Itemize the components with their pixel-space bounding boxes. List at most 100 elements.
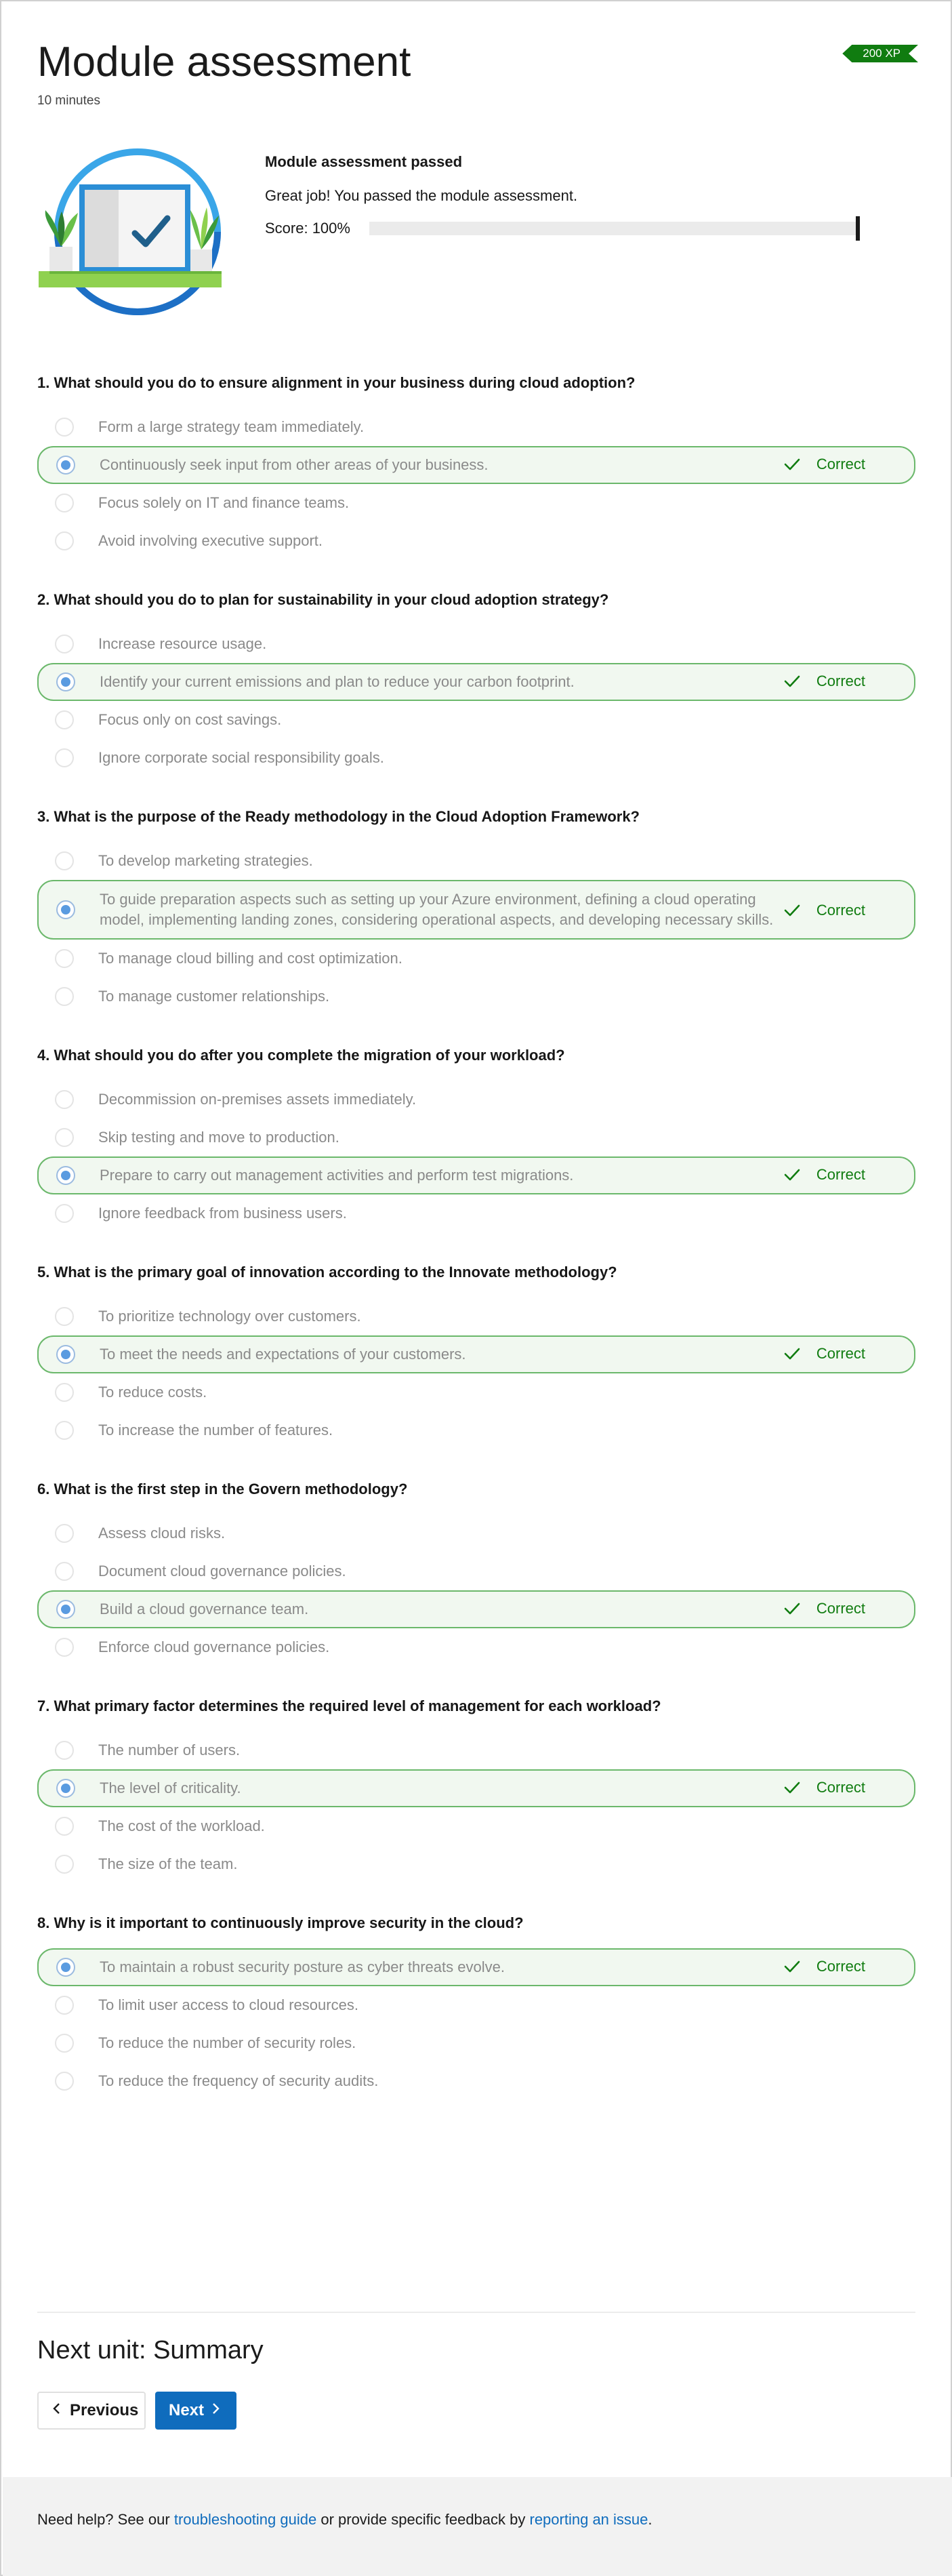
answer-option[interactable]: Enforce cloud governance policies. bbox=[37, 1628, 915, 1666]
answer-option[interactable]: Document cloud governance policies. bbox=[37, 1552, 915, 1590]
chevron-left-icon bbox=[52, 2401, 62, 2420]
answer-option[interactable]: To increase the number of features. bbox=[37, 1411, 915, 1449]
answer-option[interactable]: Form a large strategy team immediately. bbox=[37, 408, 915, 446]
answer-option-label: Continuously seek input from other areas… bbox=[100, 456, 489, 473]
answer-option[interactable]: Decommission on-premises assets immediat… bbox=[37, 1081, 915, 1119]
answer-option-correct[interactable]: Prepare to carry out management activiti… bbox=[37, 1156, 915, 1194]
answer-option-correct[interactable]: Continuously seek input from other areas… bbox=[37, 446, 915, 484]
answer-option[interactable]: To manage customer relationships. bbox=[37, 978, 915, 1015]
radio-icon[interactable] bbox=[55, 1204, 74, 1223]
answer-option[interactable]: To develop marketing strategies. bbox=[37, 842, 915, 880]
checkmark-icon bbox=[784, 458, 808, 471]
answer-option[interactable]: To reduce the frequency of security audi… bbox=[37, 2062, 915, 2100]
radio-icon[interactable] bbox=[55, 418, 74, 437]
troubleshooting-guide-link[interactable]: troubleshooting guide bbox=[174, 2511, 316, 2528]
correct-indicator: Correct bbox=[784, 900, 865, 921]
radio-icon[interactable] bbox=[55, 987, 74, 1006]
answer-option[interactable]: Focus only on cost savings. bbox=[37, 701, 915, 739]
divider bbox=[37, 2312, 915, 2313]
question-4: 4. What should you do after you complete… bbox=[37, 1045, 915, 1232]
answer-option-correct[interactable]: To maintain a robust security posture as… bbox=[37, 1948, 915, 1986]
question-6: 6. What is the first step in the Govern … bbox=[37, 1479, 915, 1666]
score-progress-bar bbox=[369, 216, 860, 241]
answer-option[interactable]: Assess cloud risks. bbox=[37, 1514, 915, 1552]
answer-option[interactable]: To limit user access to cloud resources. bbox=[37, 1986, 915, 2024]
answer-option-label: Assess cloud risks. bbox=[98, 1525, 226, 1542]
radio-selected-icon[interactable] bbox=[56, 672, 75, 691]
answer-option-correct[interactable]: Build a cloud governance team. Correct bbox=[37, 1590, 915, 1628]
radio-icon[interactable] bbox=[55, 1562, 74, 1581]
result-title: Module assessment passed bbox=[265, 153, 463, 170]
radio-icon[interactable] bbox=[55, 748, 74, 767]
radio-selected-icon[interactable] bbox=[56, 1779, 75, 1798]
radio-icon[interactable] bbox=[55, 2072, 74, 2091]
radio-icon[interactable] bbox=[55, 1128, 74, 1147]
checkmark-icon bbox=[784, 1781, 808, 1794]
help-suffix: . bbox=[648, 2511, 653, 2528]
answer-option[interactable]: To reduce costs. bbox=[37, 1373, 915, 1411]
answer-option[interactable]: The cost of the workload. bbox=[37, 1807, 915, 1845]
radio-icon[interactable] bbox=[55, 1307, 74, 1326]
radio-icon[interactable] bbox=[55, 531, 74, 550]
radio-icon[interactable] bbox=[55, 1421, 74, 1440]
answer-option[interactable]: Skip testing and move to production. bbox=[37, 1119, 915, 1156]
answer-option[interactable]: To reduce the number of security roles. bbox=[37, 2024, 915, 2062]
chevron-right-icon bbox=[211, 2401, 220, 2420]
answer-option[interactable]: To prioritize technology over customers. bbox=[37, 1297, 915, 1335]
radio-selected-icon[interactable] bbox=[56, 456, 75, 475]
score-progress-fill bbox=[369, 222, 857, 235]
answer-option[interactable]: Avoid involving executive support. bbox=[37, 522, 915, 560]
answer-option[interactable]: The number of users. bbox=[37, 1731, 915, 1769]
answer-option[interactable]: Ignore corporate social responsibility g… bbox=[37, 739, 915, 777]
radio-icon[interactable] bbox=[55, 1383, 74, 1402]
answer-option-label: Document cloud governance policies. bbox=[98, 1563, 346, 1579]
radio-selected-icon[interactable] bbox=[56, 1958, 75, 1977]
radio-icon[interactable] bbox=[55, 1855, 74, 1874]
answer-option[interactable]: Increase resource usage. bbox=[37, 625, 915, 663]
answer-option-label: Enforce cloud governance policies. bbox=[98, 1638, 330, 1655]
xp-badge: 200 XP bbox=[842, 45, 918, 62]
radio-selected-icon[interactable] bbox=[56, 900, 75, 919]
answer-option-label: To meet the needs and expectations of yo… bbox=[100, 1346, 466, 1363]
radio-selected-icon[interactable] bbox=[56, 1600, 75, 1619]
radio-selected-icon[interactable] bbox=[56, 1345, 75, 1364]
previous-button[interactable]: Previous bbox=[37, 2392, 146, 2430]
next-button[interactable]: Next bbox=[155, 2392, 236, 2430]
page-header: Module assessment 10 minutes 200 XP bbox=[37, 34, 918, 108]
radio-icon[interactable] bbox=[55, 949, 74, 968]
help-text: Need help? See our troubleshooting guide… bbox=[37, 2511, 653, 2529]
answer-option-correct[interactable]: Identify your current emissions and plan… bbox=[37, 663, 915, 701]
answer-option-label: To reduce the number of security roles. bbox=[98, 2034, 356, 2051]
radio-icon[interactable] bbox=[55, 1090, 74, 1109]
radio-icon[interactable] bbox=[55, 1524, 74, 1543]
correct-label: Correct bbox=[816, 1779, 865, 1796]
answer-option-correct[interactable]: To meet the needs and expectations of yo… bbox=[37, 1335, 915, 1373]
answer-option-label: To reduce costs. bbox=[98, 1384, 207, 1401]
question-text: 1. What should you do to ensure alignmen… bbox=[37, 374, 636, 391]
radio-icon[interactable] bbox=[55, 1638, 74, 1657]
answer-option-label: Skip testing and move to production. bbox=[98, 1129, 339, 1146]
radio-icon[interactable] bbox=[55, 2034, 74, 2053]
radio-icon[interactable] bbox=[55, 1996, 74, 2015]
radio-selected-icon[interactable] bbox=[56, 1166, 75, 1185]
radio-icon[interactable] bbox=[55, 1817, 74, 1836]
checkmark-icon bbox=[784, 1168, 808, 1182]
radio-icon[interactable] bbox=[55, 635, 74, 653]
result-summary: Module assessment passed Great job! You … bbox=[265, 152, 909, 241]
answer-option[interactable]: Ignore feedback from business users. bbox=[37, 1194, 915, 1232]
radio-icon[interactable] bbox=[55, 851, 74, 870]
question-5: 5. What is the primary goal of innovatio… bbox=[37, 1262, 915, 1449]
answer-option-label: Focus solely on IT and finance teams. bbox=[98, 494, 350, 511]
score-marker bbox=[855, 216, 860, 241]
radio-icon[interactable] bbox=[55, 1741, 74, 1760]
success-illustration bbox=[37, 145, 234, 321]
answer-option-correct[interactable]: The level of criticality. Correct bbox=[37, 1769, 915, 1807]
report-issue-link[interactable]: reporting an issue bbox=[530, 2511, 648, 2528]
radio-icon[interactable] bbox=[55, 494, 74, 512]
answer-option-correct[interactable]: To guide preparation aspects such as set… bbox=[37, 880, 915, 940]
answer-option[interactable]: Focus solely on IT and finance teams. bbox=[37, 484, 915, 522]
answer-option[interactable]: The size of the team. bbox=[37, 1845, 915, 1883]
radio-icon[interactable] bbox=[55, 710, 74, 729]
answer-option[interactable]: To manage cloud billing and cost optimiz… bbox=[37, 940, 915, 978]
answer-option-label: To manage cloud billing and cost optimiz… bbox=[98, 950, 402, 967]
